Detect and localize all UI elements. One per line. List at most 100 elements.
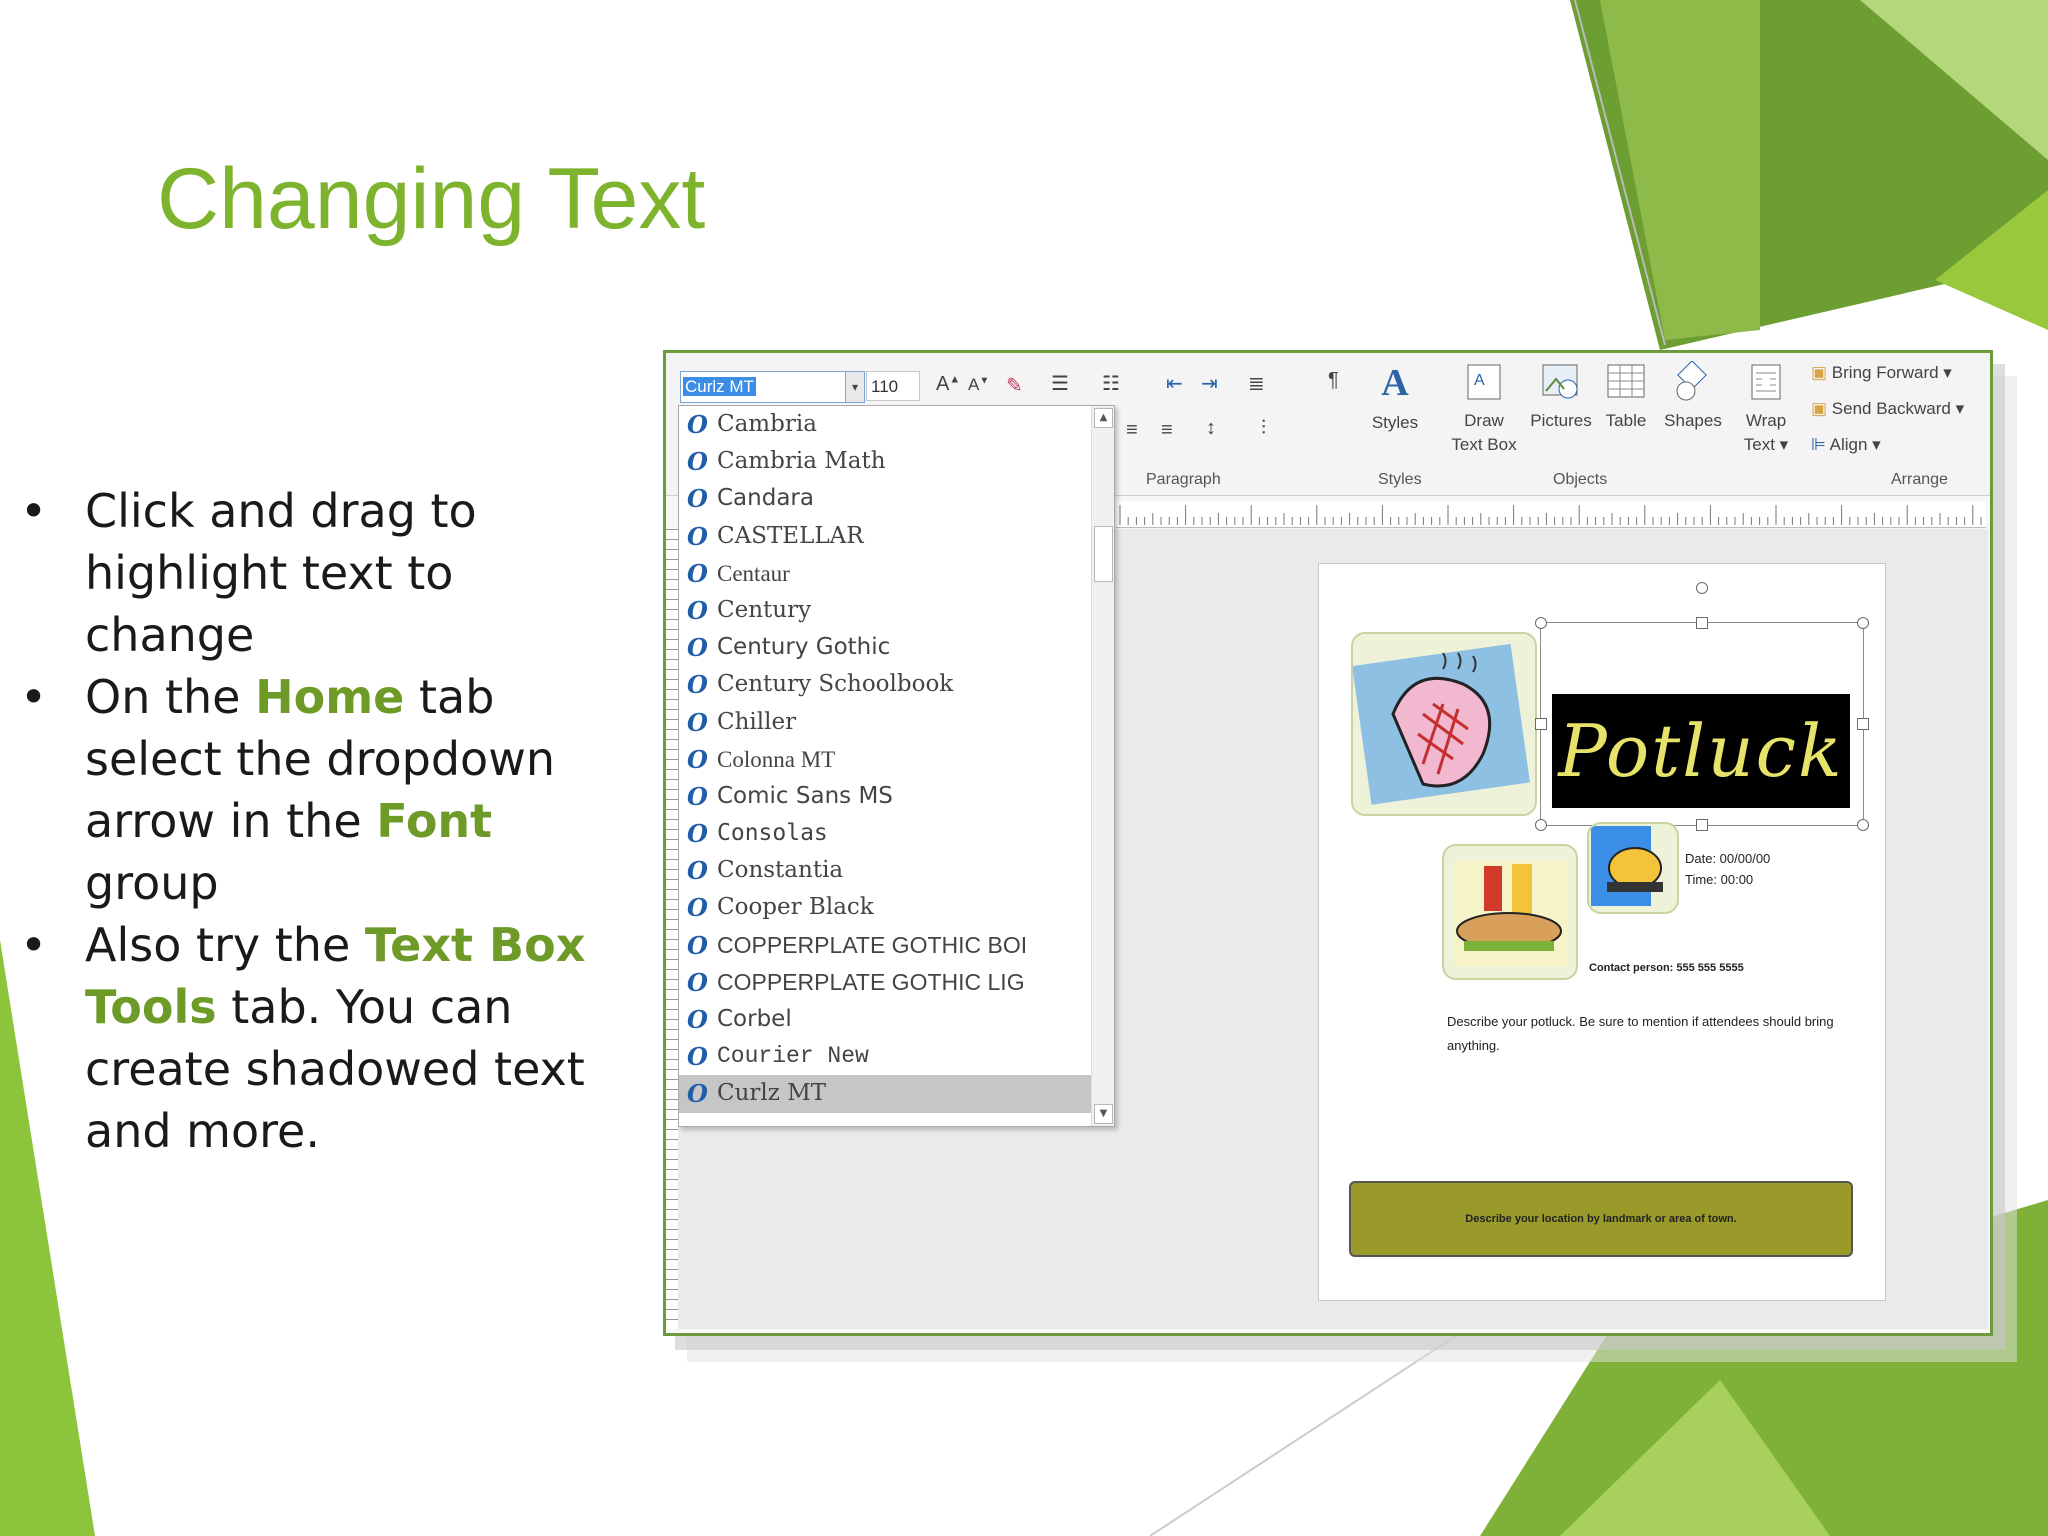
group-styles: Styles <box>1378 471 1422 488</box>
opentype-icon: O <box>687 1005 708 1034</box>
resize-handle-tr[interactable] <box>1857 617 1869 629</box>
font-name-box[interactable]: Curlz MT <box>680 371 847 403</box>
resize-handle-left[interactable] <box>1535 718 1547 730</box>
scroll-down-icon[interactable]: ▼ <box>1094 1104 1113 1124</box>
bring-forward-icon: ▣ <box>1811 363 1828 382</box>
increase-indent-icon[interactable]: ⇥ <box>1201 371 1218 396</box>
font-size-box[interactable]: 110 <box>866 371 920 401</box>
font-list-items: O Cambria O Cambria Math O Candara O CASTELLAR O… <box>679 406 1091 1113</box>
font-list-item[interactable]: O COPPERPLATE GOTHIC LIG <box>679 964 1091 1001</box>
font-list-item[interactable]: O Curlz MT <box>679 1075 1091 1113</box>
send-backward-button[interactable]: ▣ Send Backward ▾ <box>1811 399 1964 419</box>
resize-handle-right[interactable] <box>1857 718 1869 730</box>
table-button[interactable]: Table <box>1596 361 1656 433</box>
font-list-item[interactable]: O Chiller <box>679 704 1091 741</box>
font-list-item[interactable]: O Candara <box>679 480 1091 517</box>
resize-handle-tl[interactable] <box>1535 617 1547 629</box>
font-list-item-label: CASTELLAR <box>717 522 864 549</box>
opentype-icon: O <box>687 447 708 477</box>
pictures-button[interactable]: Pictures <box>1521 361 1601 433</box>
font-list-item-label: Cambria Math <box>717 448 886 475</box>
font-dropdown-list[interactable]: O Cambria O Cambria Math O Candara O CASTELLAR O… <box>678 405 1115 1127</box>
shrink-font-icon[interactable]: A▼ <box>968 375 989 395</box>
columns-icon[interactable]: ≣ <box>1248 371 1265 396</box>
decrease-indent-icon[interactable]: ⇤ <box>1166 371 1183 396</box>
font-list-item[interactable]: O Cambria <box>679 406 1091 443</box>
font-list-item-label: Cooper Black <box>717 894 874 921</box>
line-spacing-icon[interactable]: ↕ <box>1206 417 1216 440</box>
scroll-thumb[interactable] <box>1094 526 1113 582</box>
bullet-item: • On the Home tab select the dropdown arr… <box>20 666 620 914</box>
text-box-icon: A <box>1467 364 1501 400</box>
publisher-screenshot: Curlz MT ▾ 110 A▲ A▼ ✎ ☰ ☷ ⇤ ⇥ ≣ ¶ ≡ ≡ ↕… <box>663 350 1993 1336</box>
slide-title: Changing Text <box>157 151 706 247</box>
flyer-time: Time: 00:00 <box>1685 872 1754 887</box>
rotate-handle[interactable] <box>1696 582 1708 594</box>
scroll-up-icon[interactable]: ▲ <box>1094 408 1113 428</box>
bg-line-bottom <box>1149 1319 1481 1536</box>
headline-text[interactable]: Potluck <box>1552 694 1850 808</box>
font-list-item-label: Candara <box>717 485 814 512</box>
opentype-icon: O <box>687 1079 708 1109</box>
opentype-icon: O <box>687 410 708 439</box>
bring-forward-button[interactable]: ▣ Bring Forward ▾ <box>1811 363 1952 383</box>
font-list-item[interactable]: O Constantia <box>679 852 1091 889</box>
font-list-item-label: Constantia <box>717 857 844 884</box>
shapes-label: Shapes <box>1664 411 1722 430</box>
flyer-location-bar: Describe your location by landmark or ar… <box>1349 1181 1853 1257</box>
flyer-description: Describe your potluck. Be sure to mentio… <box>1447 1014 1834 1053</box>
font-list-item[interactable]: O Century Gothic <box>679 629 1091 666</box>
resize-handle-bottom[interactable] <box>1696 819 1708 831</box>
font-list-scrollbar[interactable]: ▲ ▼ <box>1091 406 1114 1126</box>
numbering-icon[interactable]: ☷ <box>1102 371 1120 396</box>
opentype-icon: O <box>687 893 708 923</box>
bullets-icon[interactable]: ☰ <box>1051 371 1069 396</box>
font-list-item[interactable]: O Century Schoolbook <box>679 666 1091 703</box>
group-objects: Objects <box>1553 471 1608 488</box>
font-list-item[interactable]: O Comic Sans MS <box>679 778 1091 815</box>
table-label: Table <box>1605 411 1647 430</box>
text-box-label: Text Box <box>1451 435 1517 454</box>
draw-text-box-button[interactable]: A Draw Text Box <box>1444 361 1524 457</box>
font-name-value[interactable]: Curlz MT <box>683 377 756 396</box>
font-list-item[interactable]: O Colonna MT <box>679 741 1091 778</box>
styles-button[interactable]: A Styles <box>1364 361 1426 435</box>
font-list-item[interactable]: O Consolas <box>679 815 1091 852</box>
bullet-item: • Also try the Text Box Tools tab. You ca… <box>20 914 620 1162</box>
send-backward-icon: ▣ <box>1811 399 1828 418</box>
align-label: Align ▾ <box>1829 435 1881 454</box>
font-list-item-label: Courier New <box>717 1043 869 1070</box>
clear-formatting-icon[interactable]: ✎ <box>1006 373 1023 398</box>
font-list-item[interactable]: O Cooper Black <box>679 889 1091 926</box>
resize-handle-br[interactable] <box>1857 819 1869 831</box>
paragraph-settings-icon[interactable]: ⫶ <box>1261 417 1266 440</box>
font-list-item[interactable]: O CASTELLAR <box>679 518 1091 555</box>
font-list-item[interactable]: O Century <box>679 592 1091 629</box>
opentype-icon: O <box>687 484 708 514</box>
font-list-item-label: Curlz MT <box>717 1080 827 1107</box>
font-list-item-label: Consolas <box>717 820 828 847</box>
font-list-item-label: Colonna MT <box>717 746 836 772</box>
opentype-icon: O <box>687 670 708 700</box>
shapes-button[interactable]: Shapes <box>1658 361 1728 433</box>
font-list-item[interactable]: O Centaur <box>679 555 1091 592</box>
opentype-icon: O <box>687 819 708 849</box>
font-list-item[interactable]: O Cambria Math <box>679 443 1091 480</box>
justify-icon[interactable]: ≡ <box>1161 419 1173 442</box>
group-paragraph: Paragraph <box>1146 471 1221 488</box>
bullet-dot: • <box>20 484 48 538</box>
font-list-item[interactable]: O COPPERPLATE GOTHIC BOI <box>679 927 1091 964</box>
resize-handle-bl[interactable] <box>1535 819 1547 831</box>
font-list-item-label: Centaur <box>717 560 790 586</box>
flyer-page: Potluck Date: 00/00/00 Time: 00:00 Conta… <box>1318 563 1886 1301</box>
font-list-item[interactable]: O Corbel <box>679 1001 1091 1038</box>
font-dropdown-arrow[interactable]: ▾ <box>845 371 865 403</box>
font-list-item[interactable]: O Courier New <box>679 1038 1091 1075</box>
oven-mitt-clipart <box>1351 632 1537 816</box>
show-marks-icon[interactable]: ¶ <box>1328 369 1339 392</box>
wrap-text-button[interactable]: Wrap Text ▾ <box>1736 361 1796 457</box>
resize-handle-top[interactable] <box>1696 617 1708 629</box>
grow-font-icon[interactable]: A▲ <box>936 373 960 396</box>
align-button[interactable]: ⊫ Align ▾ <box>1811 435 1881 455</box>
align-center-icon[interactable]: ≡ <box>1126 419 1138 442</box>
